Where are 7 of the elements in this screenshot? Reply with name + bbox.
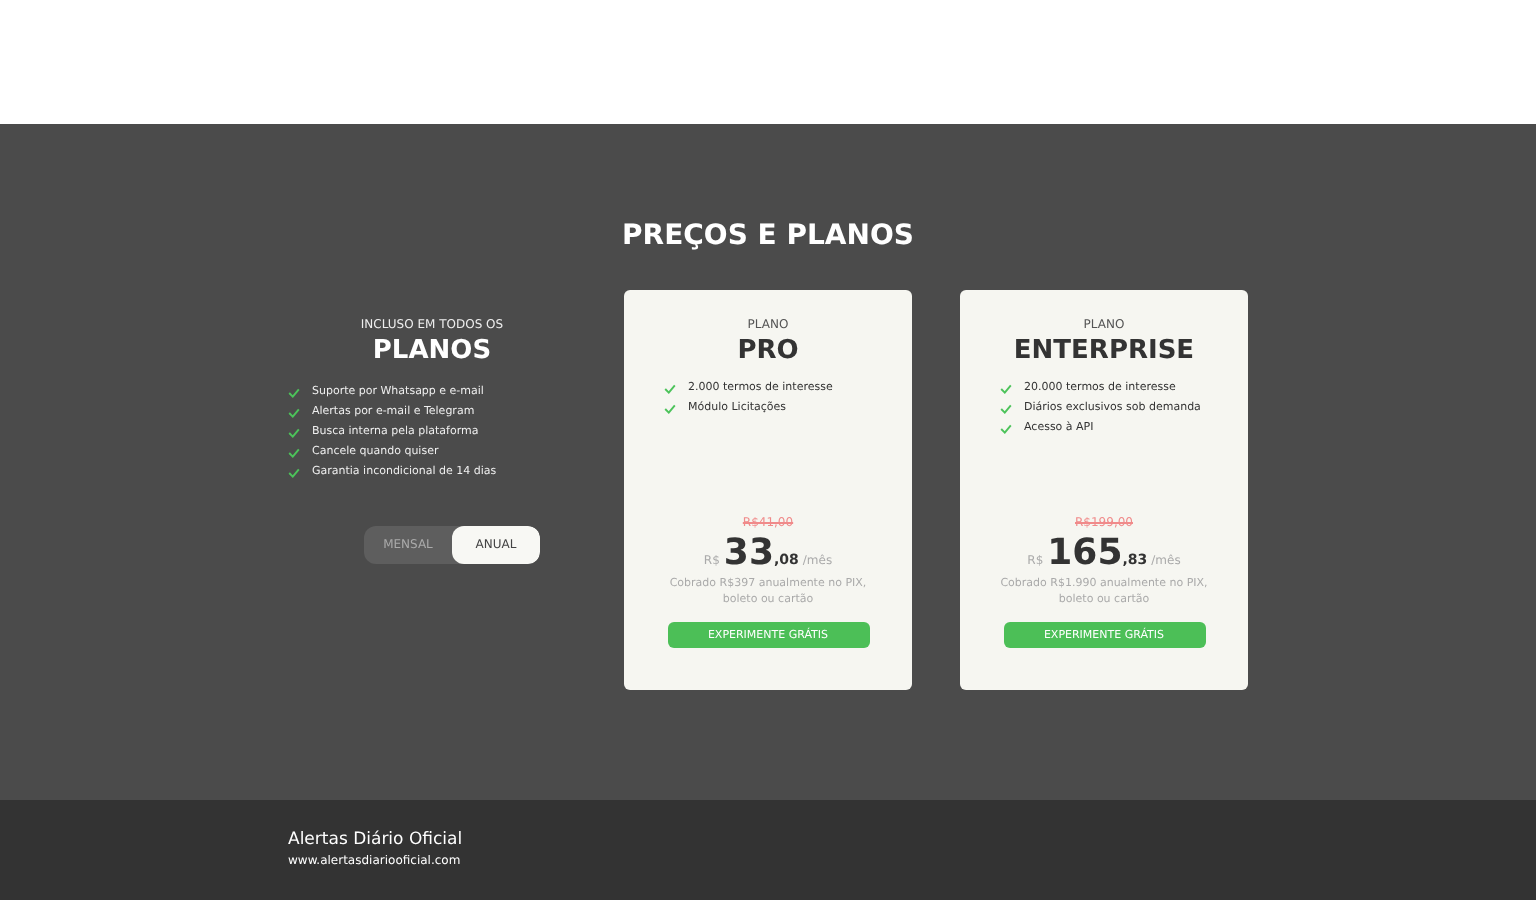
price: 165 [1047,532,1123,575]
included-heading: PLANOS [372,336,492,366]
plan-name: PRO [737,336,799,366]
section-title: PREÇOS E PLANOS [620,220,916,256]
price: 33 [723,532,774,575]
plan-name: ENTERPRISE [1013,336,1195,366]
footer-brand: Alertas Diário Oficial [288,830,465,850]
